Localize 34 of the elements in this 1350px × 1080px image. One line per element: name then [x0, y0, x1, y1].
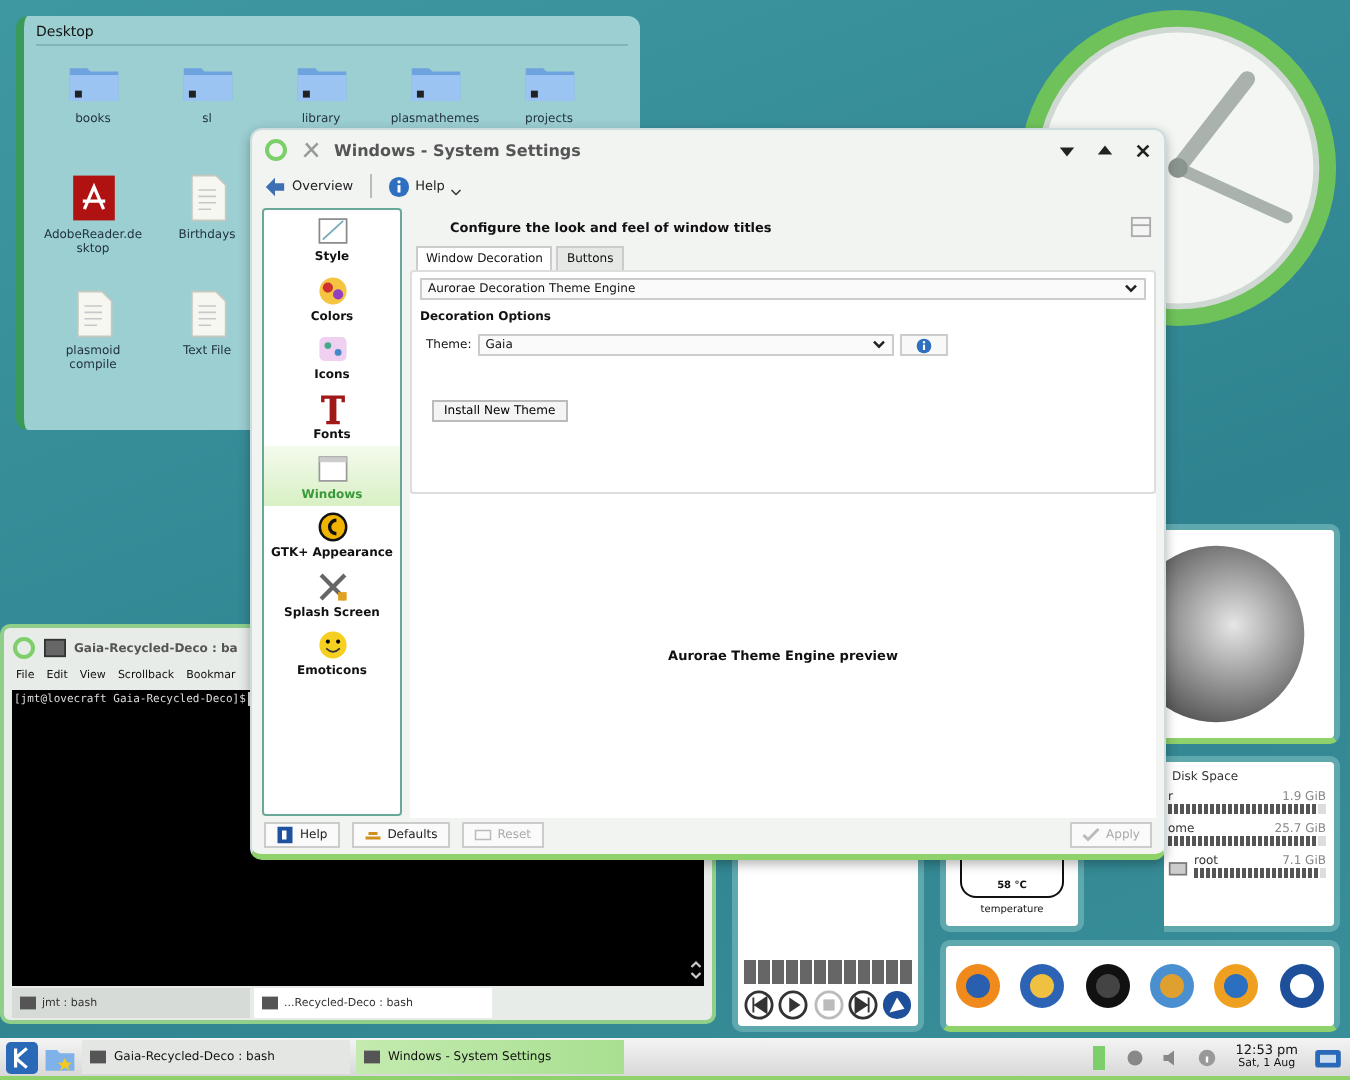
application-menu-button[interactable] [6, 1041, 38, 1073]
scroll-arrows-icon[interactable] [690, 958, 702, 982]
back-arrow-icon [264, 175, 286, 197]
play-button[interactable] [778, 990, 809, 1020]
letter-t-icon [315, 392, 349, 427]
color-palette-icon [315, 273, 349, 308]
check-icon [1082, 826, 1101, 844]
caret-icon [450, 187, 463, 197]
window-title: Windows - System Settings [334, 141, 583, 159]
defaults-icon [363, 826, 382, 844]
dropdown-caret-icon [1124, 284, 1138, 294]
maximize-button[interactable] [1096, 141, 1114, 159]
info-icon [915, 337, 932, 353]
terminal-icon [44, 638, 66, 658]
window-style-icon [315, 214, 349, 249]
terminal-icon [90, 1050, 106, 1064]
info-icon[interactable] [1197, 1045, 1216, 1069]
previous-button[interactable] [744, 990, 774, 1020]
window-frame-icon [315, 451, 349, 486]
window-icon [1130, 216, 1152, 238]
help-icon [387, 175, 410, 197]
pdf-file-icon[interactable] [67, 174, 119, 222]
speaker-icon[interactable] [1161, 1045, 1180, 1069]
close-button[interactable] [1134, 141, 1152, 159]
smiley-icon [315, 628, 349, 663]
terminal-icon [20, 996, 36, 1010]
info-button[interactable] [899, 334, 948, 356]
terminal-icon [262, 996, 278, 1010]
minimize-button[interactable] [1058, 141, 1076, 159]
next-button[interactable] [847, 990, 878, 1020]
icon-set-icon [315, 332, 349, 367]
gtk-logo-icon [315, 510, 349, 545]
dropdown-caret-icon [871, 340, 886, 350]
help-book-icon [276, 826, 294, 844]
